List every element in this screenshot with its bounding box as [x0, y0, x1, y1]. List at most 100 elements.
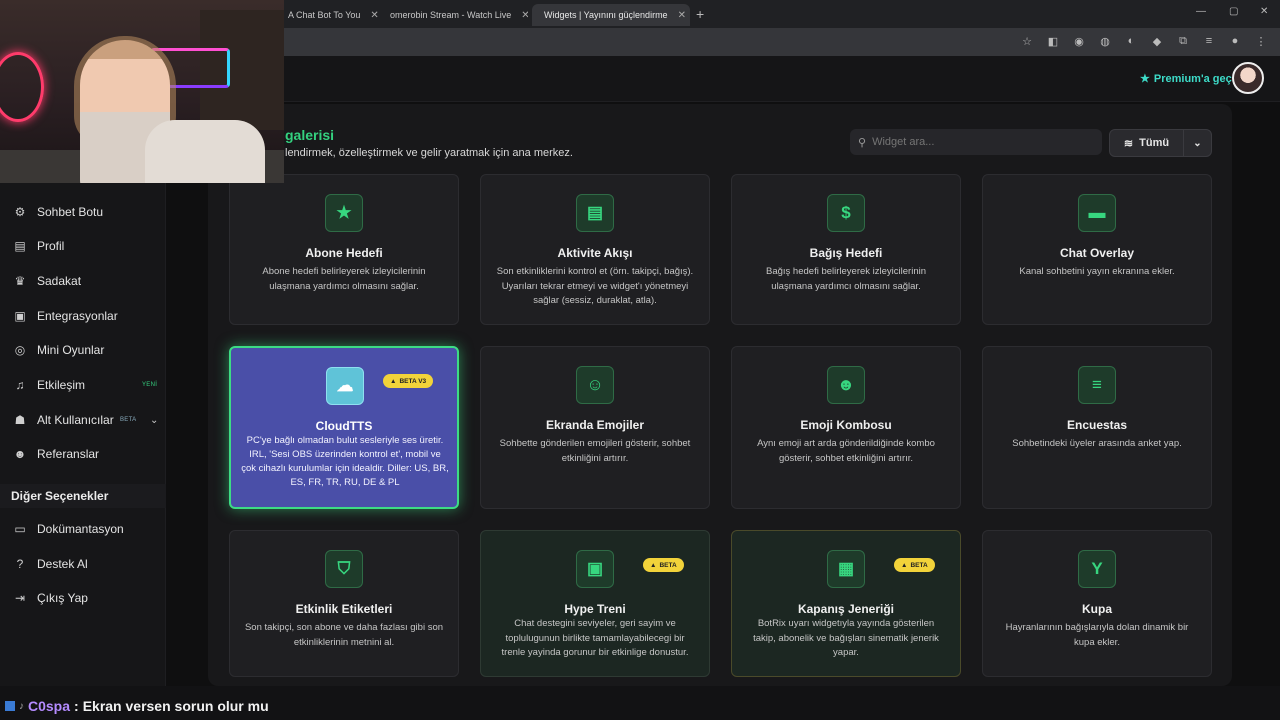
star-icon: ★ [325, 194, 363, 232]
emoji-combo-icon: ☻ [827, 366, 865, 404]
tab-widgets[interactable]: Widgets | Yayınını güçlendirme ✕ [532, 4, 690, 26]
maximize-button[interactable]: ▢ [1229, 6, 1238, 17]
menu-icon[interactable]: ⋮ [1254, 35, 1268, 48]
beta-badge: BETA [120, 417, 137, 423]
sidebar-item-label: Profil [37, 239, 65, 253]
widget-card-hype-train[interactable]: ▣ ▲ BETA Hype Treni Chat destegini seviye… [480, 530, 710, 677]
card-description: Sohbette gönderilen emojileri gösterir, … [499, 438, 691, 464]
new-tab-button[interactable]: + [696, 6, 704, 22]
widget-card-event-labels[interactable]: ⛉ Etkinlik Etiketleri Son takipçi, son a… [229, 530, 459, 677]
badge-icon: ♪ [19, 700, 24, 712]
sidebar-item-integrations[interactable]: ▣ Entegrasyonlar [12, 306, 162, 326]
platform-icon [5, 701, 15, 711]
card-title: Abone Hedefi [305, 246, 383, 260]
sidebar-item-subusers[interactable]: ☗ Alt Kullanıcılar BETA ⌄ [12, 410, 162, 430]
cloud-icon: ☁ [326, 367, 364, 405]
extension-icon[interactable]: ◍ [1098, 35, 1112, 48]
layers-icon: ≋ [1123, 137, 1134, 150]
tab-title: omerobin Stream - Watch Live [390, 10, 512, 20]
emoji-icon: ☺ [576, 366, 614, 404]
chat-separator: : [74, 698, 79, 714]
close-tab-icon[interactable]: ✕ [370, 10, 378, 21]
card-description: Hayranlarının bağışlarıyla dolan dinamik… [1005, 622, 1189, 648]
reading-list-icon[interactable]: ≡ [1202, 35, 1216, 48]
list-icon: ▤ [576, 194, 614, 232]
search-input[interactable] [872, 136, 1083, 148]
sidebar-item-interaction[interactable]: ♫ Etkileşim YENİ [12, 375, 162, 395]
tab-stream[interactable]: omerobin Stream - Watch Live ✕ [378, 4, 528, 26]
filter-dropdown[interactable]: ≋ Tümü ⌄ [1109, 129, 1212, 157]
widget-card-cloudtts[interactable]: ☁ ▲ BETA V3 CloudTTS PC'ye bağlı olmadan … [229, 346, 459, 509]
widget-card-sub-goal[interactable]: ★ Abone Hedefi Abone hedefi belirleyerek… [229, 174, 459, 325]
user-avatar[interactable] [1232, 62, 1264, 94]
page-title: galerisi [285, 127, 335, 143]
sidebar-item-referrals[interactable]: ☻ Referanslar [12, 444, 162, 464]
card-description: Aynı emoji art arda gönderildiğinde komb… [757, 438, 935, 464]
robot-icon: ⚙ [14, 205, 26, 219]
book-icon: ▭ [14, 522, 26, 536]
bookmark-star-icon[interactable]: ☆ [1020, 35, 1034, 48]
card-title: Kupa [1082, 602, 1112, 616]
sidebar-item-docs[interactable]: ▭ Dokümantasyon [12, 519, 162, 539]
extension-icon[interactable]: ◆ [1150, 35, 1164, 48]
chat-username: C0spa [28, 698, 71, 714]
profile-icon[interactable]: ● [1228, 35, 1242, 48]
tab-title: A Chat Bot To You [288, 10, 361, 20]
cup-icon: Y [1078, 550, 1116, 588]
film-icon: ▦ [827, 550, 865, 588]
extension-icon[interactable]: ◐ [1124, 35, 1138, 48]
widget-card-end-credits[interactable]: ▦ ▲ BETA Kapanış Jeneriği BotRix uyarı wi… [731, 530, 961, 677]
card-title: Etkinlik Etiketleri [295, 602, 393, 616]
sidebar-item-support[interactable]: ? Destek Al [12, 554, 162, 574]
widget-search[interactable]: ⚲ [850, 129, 1102, 155]
beta-badge: ▲ BETA V3 [383, 374, 434, 388]
close-tab-icon[interactable]: ✕ [521, 10, 528, 21]
sidebar-item-label: Referanslar [37, 447, 100, 461]
star-icon: ★ [1140, 73, 1150, 85]
premium-label: Premium'a geç [1153, 72, 1232, 85]
chevron-down-icon[interactable]: ⌄ [1184, 138, 1211, 149]
new-badge: YENİ [142, 382, 158, 388]
tab-chatbot[interactable]: A Chat Bot To You ✕ [282, 4, 378, 26]
sidebar-item-loyalty[interactable]: ♛ Sadakat [12, 271, 162, 291]
card-title: Chat Overlay [1059, 246, 1135, 260]
widget-card-polls[interactable]: ≡ Encuestas Sohbetindeki üyeler arasında… [982, 346, 1212, 509]
sidebar-item-chatbot[interactable]: ⚙ Sohbet Botu [12, 202, 162, 222]
puzzle-icon[interactable]: ⧉ [1176, 35, 1190, 48]
card-description: Sohbetindeki üyeler arasında anket yap. [1012, 438, 1182, 449]
card-title: Emoji Kombosu [800, 418, 892, 432]
widget-card-cup[interactable]: Y Kupa Hayranlarının bağışlarıyla dolan … [982, 530, 1212, 677]
widget-card-emotes-on-screen[interactable]: ☺ Ekranda Emojiler Sohbette gönderilen e… [480, 346, 710, 509]
chevron-down-icon[interactable]: ⌄ [150, 415, 158, 426]
widget-card-donation-goal[interactable]: $ Bağış Hedefi Bağış hedefi belirleyerek… [731, 174, 961, 325]
lock-icon: ▲ [650, 561, 657, 569]
sidebar-item-label: Çıkış Yap [37, 591, 88, 605]
sidebar-item-minigames[interactable]: ◎ Mini Oyunlar [12, 340, 162, 360]
lock-icon: ▲ [901, 561, 908, 569]
tab-title: Widgets | Yayınını güçlendirme [544, 10, 668, 20]
sidebar-section-heading: Diğer Seçenekler [0, 484, 166, 508]
sidebar-item-label: Entegrasyonlar [37, 309, 118, 323]
widget-card-emote-combo[interactable]: ☻ Emoji Kombosu Aynı emoji art arda gönd… [731, 346, 961, 509]
sidebar-item-logout[interactable]: ⇥ Çıkış Yap [12, 588, 162, 608]
sidebar-item-label: Etkileşim [37, 378, 86, 392]
widget-card-chat-overlay[interactable]: ▬ Chat Overlay Kanal sohbetini yayın ekr… [982, 174, 1212, 325]
card-title: CloudTTS [315, 419, 373, 433]
card-title: Aktivite Akışı [557, 246, 633, 260]
page-subtitle: lendirmek, özelleştirmek ve gelir yaratm… [285, 147, 573, 159]
chat-text: Ekran versen sorun olur mu [82, 698, 269, 714]
sidebar-item-profile[interactable]: ▤ Profil [12, 236, 162, 256]
widget-card-activity-feed[interactable]: ▤ Aktivite Akışı Son etkinliklerini kont… [480, 174, 710, 325]
premium-button[interactable]: ★ Premium'a geç [1140, 72, 1232, 86]
extension-icon[interactable]: ◉ [1072, 35, 1086, 48]
card-description: PC'ye bağlı olmadan bulut sesleriyle ses… [241, 435, 449, 488]
search-icon: ⚲ [858, 136, 867, 149]
close-tab-icon[interactable]: ✕ [678, 10, 686, 21]
close-window-button[interactable]: ✕ [1260, 6, 1268, 17]
music-icon: ♫ [15, 378, 25, 392]
sidebar-item-label: Dokümantasyon [37, 522, 124, 536]
minimize-button[interactable]: — [1196, 6, 1206, 17]
sidebar-item-label: Sohbet Botu [37, 205, 104, 219]
extension-icon[interactable]: ◧ [1046, 35, 1060, 48]
card-description: Abone hedefi belirleyerek izleyicilerini… [262, 266, 426, 292]
